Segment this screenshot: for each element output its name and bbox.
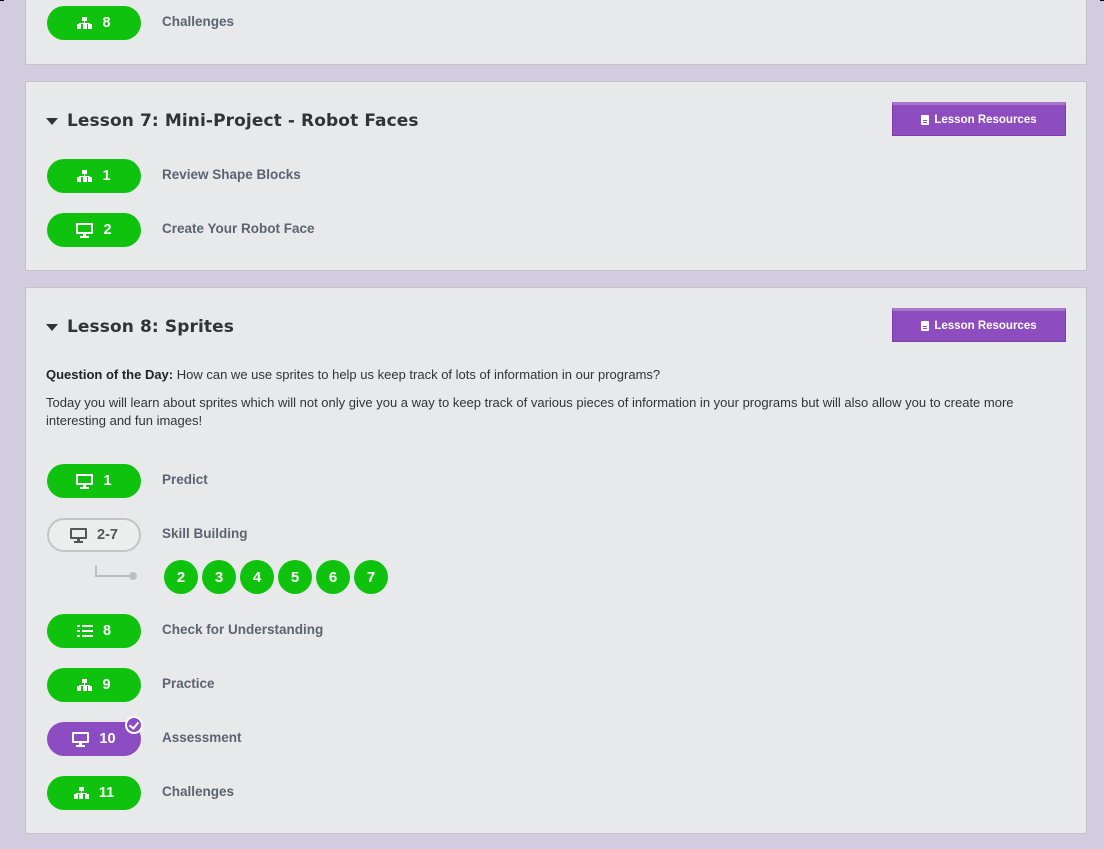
list-icon — [76, 625, 93, 637]
hierarchy-icon — [73, 787, 89, 799]
sublevel-bubble[interactable]: 2 — [164, 560, 198, 594]
level-number: 10 — [99, 731, 116, 747]
lesson-8-header[interactable]: Lesson 8: Sprites — [46, 317, 234, 337]
lesson-title[interactable]: Lesson 7: Mini-Project - Robot Faces — [67, 111, 419, 131]
level-label[interactable]: Check for Understanding — [162, 622, 323, 637]
sublevel-bubble[interactable]: 6 — [316, 560, 350, 594]
lesson-list: 8 Challenges Lesson 7: Mini-Project - Ro… — [4, 0, 1100, 849]
lesson-description: Today you will learn about sprites which… — [46, 395, 1014, 428]
level-number: 8 — [102, 623, 112, 639]
level-label[interactable]: Assessment — [162, 730, 242, 745]
level-row[interactable]: 2 Create Your Robot Face — [47, 213, 315, 247]
lesson-7-header[interactable]: Lesson 7: Mini-Project - Robot Faces — [46, 111, 419, 131]
level-pill[interactable]: 2 — [47, 213, 141, 247]
monitor-icon — [70, 528, 88, 543]
level-label[interactable]: Practice — [162, 676, 215, 691]
sublevel-bubble[interactable]: 7 — [354, 560, 388, 594]
level-pill[interactable]: 9 — [47, 668, 141, 702]
sublevel-bubble[interactable]: 4 — [240, 560, 274, 594]
level-label[interactable]: Review Shape Blocks — [162, 167, 301, 182]
level-row[interactable]: 2-7 Skill Building — [47, 518, 248, 552]
lesson-title[interactable]: Lesson 8: Sprites — [67, 317, 234, 337]
sublevel-bubble[interactable]: 3 — [202, 560, 236, 594]
level-pill[interactable]: 10 — [47, 716, 143, 756]
level-row[interactable]: 10 Assessment — [47, 716, 242, 756]
level-label[interactable]: Challenges — [162, 784, 234, 799]
level-pill[interactable]: 8 — [47, 6, 141, 40]
level-row[interactable]: 1 Review Shape Blocks — [47, 159, 301, 193]
document-icon — [921, 115, 930, 125]
level-pill[interactable]: 1 — [47, 464, 141, 498]
hierarchy-icon — [77, 170, 93, 182]
sublevel-connector — [95, 565, 137, 580]
level-row[interactable]: 8 Challenges — [47, 6, 234, 40]
check-icon — [125, 716, 143, 734]
level-number: 2 — [103, 222, 112, 238]
lesson-6-card: 8 Challenges — [25, 0, 1087, 65]
hierarchy-icon — [77, 17, 93, 29]
level-number: 1 — [103, 473, 112, 489]
level-number: 9 — [102, 677, 111, 693]
lesson-resources-button[interactable]: Lesson Resources — [892, 102, 1066, 136]
level-number: 2-7 — [97, 527, 118, 543]
caret-down-icon[interactable] — [46, 323, 58, 331]
level-row[interactable]: 1 Predict — [47, 464, 208, 498]
lesson-resources-label: Lesson Resources — [934, 320, 1037, 332]
lesson-resources-label: Lesson Resources — [934, 114, 1037, 126]
qotd-text: How can we use sprites to help us keep t… — [173, 367, 661, 382]
sublevel-bubble[interactable]: 5 — [278, 560, 312, 594]
question-of-the-day: Question of the Day: How can we use spri… — [46, 367, 1056, 382]
level-number: 8 — [102, 15, 111, 31]
level-pill[interactable]: 8 — [47, 614, 141, 648]
level-pill[interactable]: 11 — [47, 776, 141, 810]
lesson-resources-button[interactable]: Lesson Resources — [892, 308, 1066, 342]
level-pill[interactable]: 2-7 — [47, 518, 141, 552]
level-row[interactable]: 11 Challenges — [47, 776, 234, 810]
monitor-icon — [72, 732, 90, 747]
level-label[interactable]: Skill Building — [162, 526, 248, 541]
monitor-icon — [76, 474, 94, 489]
level-row[interactable]: 8 Check for Understanding — [47, 614, 323, 648]
monitor-icon — [76, 223, 94, 238]
lesson-7-card: Lesson 7: Mini-Project - Robot Faces Les… — [25, 81, 1087, 271]
caret-down-icon[interactable] — [46, 117, 58, 125]
level-number: 1 — [102, 168, 111, 184]
level-pill[interactable]: 1 — [47, 159, 141, 193]
sublevel-bubbles: 2 3 4 5 6 7 — [164, 560, 388, 594]
hierarchy-icon — [77, 679, 93, 691]
level-label[interactable]: Predict — [162, 472, 208, 487]
level-number: 11 — [98, 785, 115, 801]
level-label[interactable]: Create Your Robot Face — [162, 221, 315, 236]
level-row[interactable]: 9 Practice — [47, 668, 215, 702]
level-label[interactable]: Challenges — [162, 14, 234, 29]
document-icon — [921, 321, 930, 331]
lesson-8-card: Lesson 8: Sprites Lesson Resources Quest… — [25, 287, 1087, 834]
qotd-label: Question of the Day: — [46, 367, 174, 382]
